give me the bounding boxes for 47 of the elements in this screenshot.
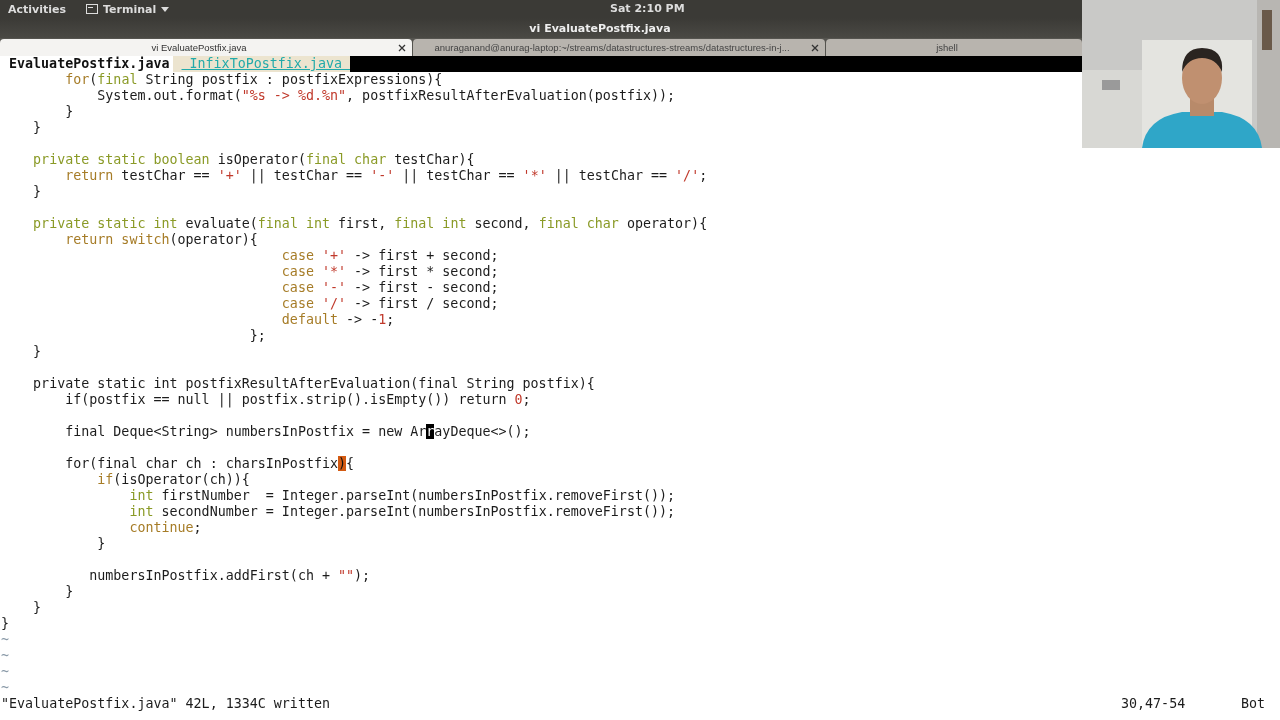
code-line: case '+' -> first + second;	[280, 248, 500, 264]
code-line: for(final char ch : charsInPostfix){	[64, 456, 356, 472]
code-line: numbersInPostfix.addFirst(ch + "");	[88, 568, 372, 584]
code-line: if(postfix == null || postfix.strip().isEmpty()) return 0;	[64, 392, 532, 408]
tilde-marker: ~	[1, 648, 10, 663]
terminal-icon	[86, 4, 99, 14]
terminal-tab[interactable]: vi EvaluatePostfix.java	[0, 39, 412, 56]
code-line: continue;	[128, 520, 203, 536]
code-line: private static int postfixResultAfterEvaluation(final String postfix){	[32, 376, 596, 392]
code-line: }	[64, 584, 75, 600]
code-line: }	[32, 120, 43, 136]
code-line: }	[32, 184, 43, 200]
close-icon[interactable]	[811, 44, 819, 52]
code-line: }	[1, 616, 11, 632]
scroll-position: Bot	[1241, 696, 1267, 712]
code-line: final Deque<String> numbersInPostfix = new ArrayDeque<>();	[64, 424, 532, 440]
code-line: }	[32, 600, 43, 616]
code-line: if(isOperator(ch)){	[96, 472, 251, 488]
caret-icon	[161, 6, 170, 12]
code-line: case '*' -> first * second;	[280, 264, 500, 280]
activities-button[interactable]: Activities	[8, 2, 67, 16]
code-line: return testChar == '+' || testChar == '-' || testChar == '*' || testChar == '/';	[64, 168, 709, 184]
terminal-tab[interactable]: jshell	[826, 39, 1082, 56]
window-title: vi EvaluatePostfix.java	[529, 21, 671, 35]
code-line: int firstNumber = Integer.parseInt(numbersInPostfix.removeFirst());	[128, 488, 677, 504]
code-line: private static boolean isOperator(final char testChar){	[32, 152, 476, 168]
close-icon[interactable]	[398, 44, 406, 52]
code-line: System.out.format("%s -> %d.%n", postfixResultAfterEvaluation(postfix));	[96, 88, 677, 104]
terminal-tab[interactable]: anuraganand@anurag-laptop:~/streams/datastructures-streams/datastructures-in-j...	[413, 39, 825, 56]
code-line: for(final String postfix : postfixExpressions){	[64, 72, 444, 88]
code-line: case '/' -> first / second;	[280, 296, 500, 312]
clock[interactable]: Sat 2:10 PM	[610, 2, 685, 15]
code-line: case '-' -> first - second;	[280, 280, 500, 296]
code-line: private static int evaluate(final int first, final int second, final char operator){	[32, 216, 709, 232]
status-message: "EvaluatePostfix.java" 42L, 1334C written	[1, 696, 331, 712]
app-menu[interactable]: Terminal	[86, 2, 170, 16]
tilde-marker: ~	[1, 680, 10, 695]
tilde-marker: ~	[1, 632, 10, 647]
tilde-marker: ~	[1, 664, 10, 679]
code-line: default -> -1;	[280, 312, 396, 328]
code-line: }	[96, 536, 107, 552]
cursor-position: 30,47-54	[1121, 696, 1187, 712]
code-line: return switch(operator){	[64, 232, 259, 248]
code-line: }	[64, 104, 75, 120]
code-line: };	[248, 328, 267, 344]
code-line: }	[32, 344, 43, 360]
code-line: int secondNumber = Integer.parseInt(numbersInPostfix.removeFirst());	[128, 504, 677, 520]
